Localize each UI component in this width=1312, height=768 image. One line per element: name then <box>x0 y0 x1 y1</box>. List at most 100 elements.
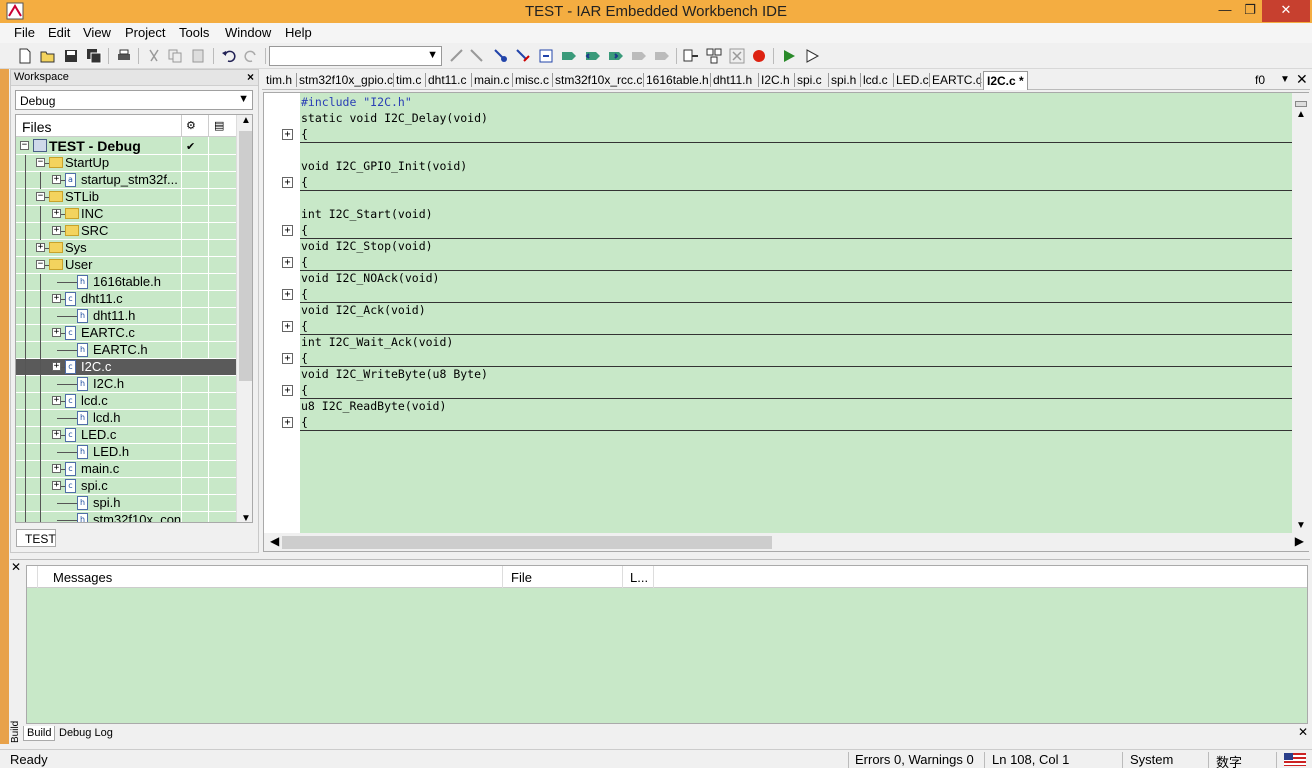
collapse-icon[interactable]: − <box>36 192 45 201</box>
tab-debug-log[interactable]: Debug Log <box>56 726 116 740</box>
collapse-icon[interactable]: − <box>36 260 45 269</box>
expand-icon[interactable]: + <box>52 328 61 337</box>
tree-item[interactable]: h 1616table.h <box>16 274 236 291</box>
options-column-icon[interactable]: ⚙ <box>186 119 196 132</box>
undo-icon[interactable] <box>220 47 238 65</box>
collapse-icon[interactable]: − <box>20 141 29 150</box>
menu-project[interactable]: Project <box>125 25 165 40</box>
close-button[interactable]: ✕ <box>1262 0 1310 22</box>
editor-tab[interactable]: misc.c <box>515 73 549 87</box>
copy-icon[interactable] <box>166 47 184 65</box>
tree-item[interactable]: − User <box>16 257 236 274</box>
editor-tab[interactable]: EARTC.c <box>932 73 982 87</box>
workspace-tab-test[interactable]: TEST <box>16 529 56 547</box>
debug-without-download-icon[interactable] <box>803 47 821 65</box>
tree-item[interactable]: + c I2C.c <box>16 359 236 376</box>
stop-build-icon[interactable] <box>728 47 746 65</box>
find-next-icon[interactable] <box>448 47 466 65</box>
print-icon[interactable] <box>115 47 133 65</box>
expand-icon[interactable]: + <box>52 209 61 218</box>
tree-item[interactable]: + c dht11.c <box>16 291 236 308</box>
redo-icon[interactable] <box>242 47 260 65</box>
code-area[interactable]: #include "I2C.h" static void I2C_Delay(vo… <box>300 93 1292 533</box>
chevron-down-icon[interactable]: ▼ <box>238 93 249 105</box>
tree-item[interactable]: h lcd.h <box>16 410 236 427</box>
fold-expand-icon[interactable]: + <box>282 417 293 428</box>
code-line[interactable]: #include "I2C.h" <box>301 95 412 109</box>
code-line[interactable]: static void I2C_Delay(void) <box>301 111 488 125</box>
editor-tab[interactable]: stm32f10x_rcc.c <box>555 73 642 87</box>
close-messages-icon[interactable]: ✕ <box>11 560 21 574</box>
expand-icon[interactable]: + <box>52 362 61 371</box>
next-bookmark-icon[interactable] <box>607 47 625 65</box>
toggle-bookmark-icon[interactable] <box>560 47 578 65</box>
menu-view[interactable]: View <box>83 25 111 40</box>
code-line[interactable]: u8 I2C_ReadByte(void) <box>301 399 446 413</box>
editor-tab[interactable]: dht11.h <box>713 73 752 87</box>
tree-item[interactable]: h EARTC.h <box>16 342 236 359</box>
fold-expand-icon[interactable]: + <box>282 257 293 268</box>
code-line[interactable]: { <box>301 383 308 397</box>
code-line[interactable]: { <box>301 223 308 237</box>
tree-item[interactable]: + c lcd.c <box>16 393 236 410</box>
code-line[interactable]: int I2C_Start(void) <box>301 207 433 221</box>
scroll-up-icon[interactable]: ▲ <box>1296 109 1306 120</box>
code-line[interactable]: { <box>301 127 308 141</box>
editor-tab[interactable]: LED.c <box>896 73 929 87</box>
chevron-down-icon[interactable]: ▼ <box>427 49 438 61</box>
editor-tab[interactable]: spi.c <box>797 73 822 87</box>
line-column[interactable]: L... <box>630 570 648 585</box>
code-line[interactable]: { <box>301 319 308 333</box>
editor-tab[interactable]: dht11.c <box>428 73 466 87</box>
close-editor-icon[interactable]: ✕ <box>1296 71 1308 88</box>
menu-tools[interactable]: Tools <box>179 25 209 40</box>
tree-item[interactable]: + c spi.c <box>16 478 236 495</box>
menu-help[interactable]: Help <box>285 25 312 40</box>
tree-item[interactable]: h dht11.h <box>16 308 236 325</box>
tree-item[interactable]: + Sys <box>16 240 236 257</box>
save-icon[interactable] <box>62 47 80 65</box>
download-and-debug-icon[interactable] <box>780 47 798 65</box>
tree-item[interactable]: + INC <box>16 206 236 223</box>
find-previous-icon[interactable] <box>468 47 486 65</box>
fold-expand-icon[interactable]: + <box>282 385 293 396</box>
editor-tab[interactable]: lcd.c <box>863 73 888 87</box>
minimize-button[interactable]: — <box>1212 0 1238 22</box>
tab-build[interactable]: Build <box>23 726 56 741</box>
tree-item[interactable]: + SRC <box>16 223 236 240</box>
function-dropdown-value[interactable]: f0 <box>1255 73 1265 87</box>
scroll-down-icon[interactable]: ▼ <box>241 513 251 522</box>
split-handle[interactable] <box>1295 101 1307 107</box>
tree-item[interactable]: h LED.h <box>16 444 236 461</box>
tree-item[interactable]: h stm32f10x_con... <box>16 512 236 522</box>
find-combo[interactable]: ▼ <box>269 46 442 66</box>
maximize-button[interactable]: ❐ <box>1238 0 1262 22</box>
expand-icon[interactable]: + <box>52 464 61 473</box>
paste-icon[interactable] <box>189 47 207 65</box>
compile-icon[interactable] <box>682 47 700 65</box>
tree-item[interactable]: − STLib <box>16 189 236 206</box>
tree-item[interactable]: + c LED.c <box>16 427 236 444</box>
code-line[interactable]: int I2C_Wait_Ack(void) <box>301 335 453 349</box>
tree-item[interactable]: h I2C.h <box>16 376 236 393</box>
fold-expand-icon[interactable]: + <box>282 353 293 364</box>
navigate-backward-icon[interactable] <box>630 47 648 65</box>
editor-tab[interactable]: spi.h <box>831 73 856 87</box>
collapse-icon[interactable]: − <box>36 158 45 167</box>
scroll-right-icon[interactable]: ▶ <box>1295 534 1304 548</box>
editor-vertical-scrollbar[interactable]: ▲ ▼ <box>1292 93 1309 533</box>
chevron-down-icon[interactable]: ▼ <box>1280 74 1290 85</box>
toggle-breakpoint-icon[interactable] <box>750 47 768 65</box>
editor-horizontal-scrollbar[interactable]: ◀ ▶ <box>264 533 1309 551</box>
code-line[interactable]: void I2C_WriteByte(u8 Byte) <box>301 367 488 381</box>
editor-tab[interactable]: main.c <box>474 73 509 87</box>
navigate-forward-icon[interactable] <box>653 47 671 65</box>
menu-file[interactable]: File <box>14 25 35 40</box>
scrollbar-thumb[interactable] <box>239 131 252 381</box>
scrollbar-thumb[interactable] <box>282 536 772 549</box>
code-line[interactable]: void I2C_GPIO_Init(void) <box>301 159 467 173</box>
code-line[interactable]: { <box>301 415 308 429</box>
configuration-select[interactable]: Debug ▼ <box>15 90 253 110</box>
file-tree-scrollbar[interactable]: ▲ ▼ <box>236 115 252 522</box>
scroll-up-icon[interactable]: ▲ <box>241 115 251 126</box>
